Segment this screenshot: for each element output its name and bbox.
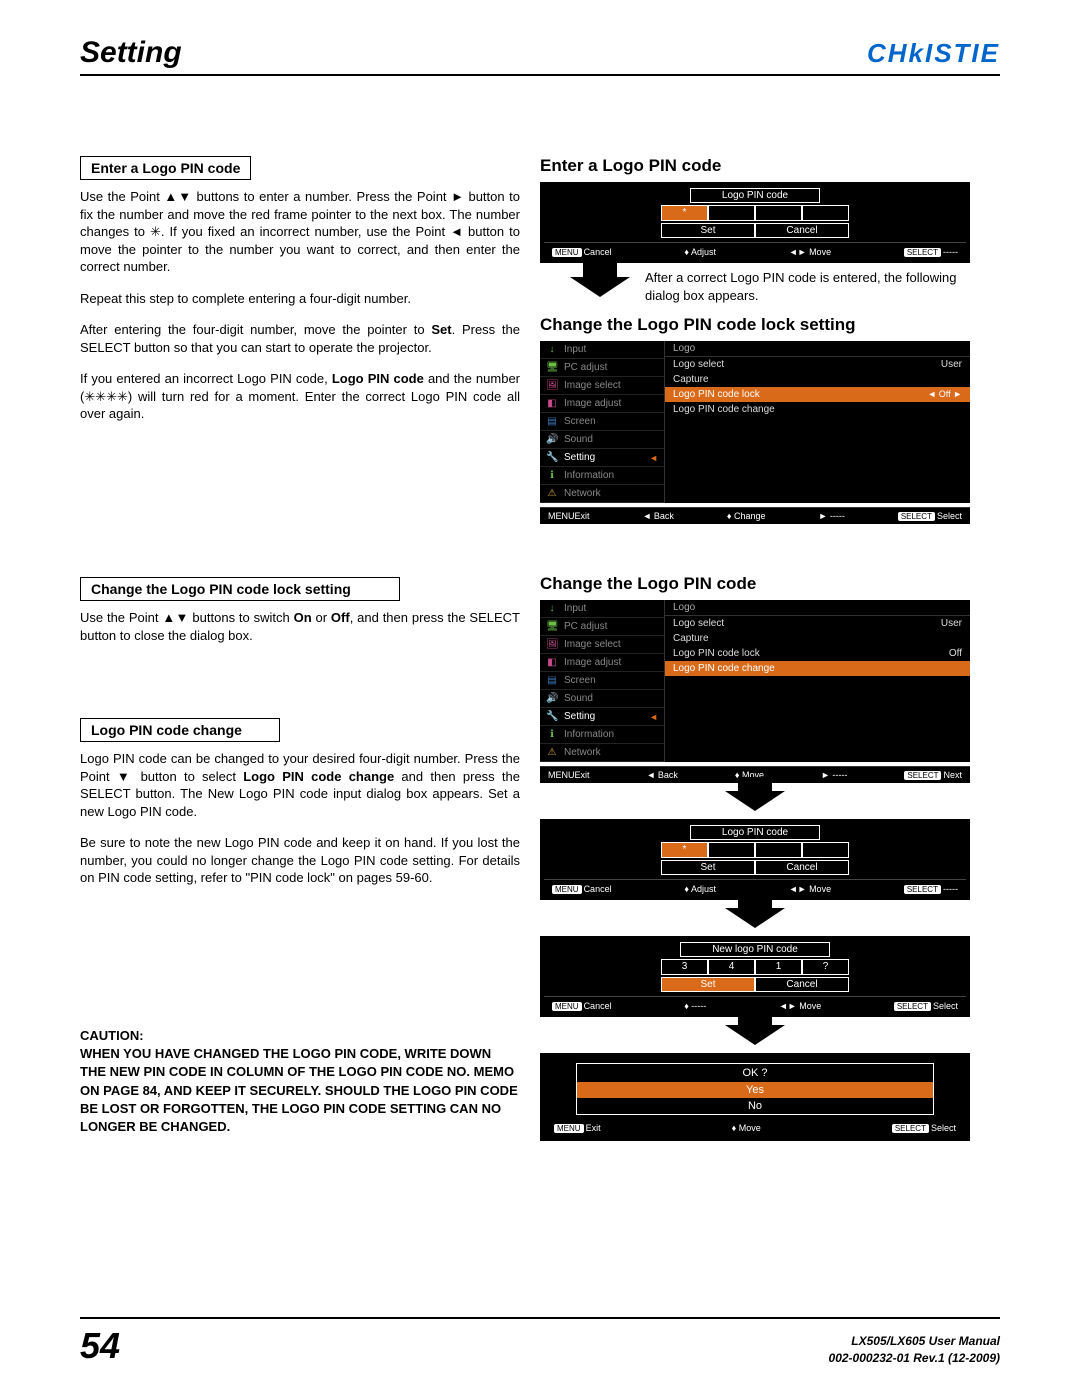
menu-item-input: ↓Input bbox=[540, 600, 664, 618]
osd3-set-button-selected: Set bbox=[661, 977, 755, 992]
osd1-cancel-button: Cancel bbox=[755, 223, 849, 238]
pin-digit-3 bbox=[755, 205, 802, 221]
page-title: Setting bbox=[80, 36, 182, 70]
menu-icon: ⚠ bbox=[546, 488, 558, 500]
left-column: Enter a Logo PIN code Use the Point ▲▼ b… bbox=[80, 156, 520, 1141]
osd-pin-reenter: Logo PIN code * Set Cancel MENUCancel ♦ … bbox=[540, 819, 970, 900]
menu-item-screen: ▤Screen bbox=[540, 413, 664, 431]
caution-label: CAUTION: bbox=[80, 1027, 520, 1045]
triangle-left-icon: ◄ bbox=[649, 453, 658, 463]
menu-icon: 🔊 bbox=[546, 693, 558, 705]
osd-confirm: OK ? Yes No MENUExit ♦ Move SELECTSelect bbox=[540, 1053, 970, 1141]
menu-item-pin-lock-selected: Logo PIN code lock◄ Off ► bbox=[665, 387, 970, 402]
right-h2: Change the Logo PIN code lock setting bbox=[540, 315, 970, 335]
menu-item-image-select: 🖼Image select bbox=[540, 377, 664, 395]
right-h3: Change the Logo PIN code bbox=[540, 574, 970, 594]
sec3-para-2: Be sure to note the new Logo PIN code an… bbox=[80, 834, 520, 887]
sec1-para-1: Use the Point ▲▼ buttons to enter a numb… bbox=[80, 188, 520, 276]
menu-right-header: Logo bbox=[665, 341, 970, 357]
menu-item-image-adjust: ◧Image adjust bbox=[540, 654, 664, 672]
sec2-para-1: Use the Point ▲▼ buttons to switch On or… bbox=[80, 609, 520, 644]
arrow-down-icon bbox=[725, 1025, 785, 1045]
menu-icon: 🖥 bbox=[546, 362, 558, 374]
select-badge: SELECT bbox=[904, 248, 941, 257]
menu-icon: ◧ bbox=[546, 657, 558, 669]
osd1-set-button: Set bbox=[661, 223, 755, 238]
menu-item-input: ↓Input bbox=[540, 341, 664, 359]
menu-icon: ◧ bbox=[546, 398, 558, 410]
section-pin-change-header: Logo PIN code change bbox=[80, 718, 280, 742]
page-content: Enter a Logo PIN code Use the Point ▲▼ b… bbox=[80, 156, 1000, 1141]
menu-item-setting: 🔧Setting◄ bbox=[540, 449, 664, 467]
section-change-lock-header: Change the Logo PIN code lock setting bbox=[80, 577, 400, 601]
menu-item-pin-change-selected: Logo PIN code change bbox=[665, 661, 970, 676]
menu1-footer: MENUExit ◄ Back ♦ Change ► ----- SELECTS… bbox=[540, 507, 970, 524]
menu-icon: ↓ bbox=[546, 603, 558, 615]
triangle-left-icon: ◄ bbox=[649, 712, 658, 722]
osd-enter-pin: Logo PIN code * Set Cancel MENUCancel ♦ … bbox=[540, 182, 970, 263]
page-footer: 54 LX505/LX605 User Manual 002-000232-01… bbox=[80, 1317, 1000, 1367]
footer-docid: 002-000232-01 Rev.1 (12-2009) bbox=[829, 1350, 1000, 1367]
menu-item-information: ℹInformation bbox=[540, 467, 664, 485]
pin-digit-2 bbox=[708, 205, 755, 221]
menu-item-image-select: 🖼Image select bbox=[540, 636, 664, 654]
menu-item-pc-adjust: 🖥PC adjust bbox=[540, 359, 664, 377]
menu-screenshot-change: ↓Input🖥PC adjust🖼Image select◧Image adju… bbox=[540, 600, 970, 762]
section-enter-pin-header: Enter a Logo PIN code bbox=[80, 156, 251, 180]
brand-logo: CHkISTIE bbox=[867, 38, 1000, 69]
menu-icon: 🖥 bbox=[546, 621, 558, 633]
caution-block: CAUTION: WHEN YOU HAVE CHANGED THE LOGO … bbox=[80, 1027, 520, 1136]
menu-icon: 🖼 bbox=[546, 380, 558, 392]
ok-title: OK ? bbox=[577, 1064, 933, 1082]
menu-item-information: ℹInformation bbox=[540, 726, 664, 744]
pin-digit-1: * bbox=[661, 205, 708, 221]
menu-icon: 🔧 bbox=[546, 711, 558, 723]
menu-screenshot-lock: ↓Input🖥PC adjust🖼Image select◧Image adju… bbox=[540, 341, 970, 503]
right-h1: Enter a Logo PIN code bbox=[540, 156, 970, 176]
sec1-para-4: If you entered an incorrect Logo PIN cod… bbox=[80, 370, 520, 423]
menu-item-screen: ▤Screen bbox=[540, 672, 664, 690]
page-header: Setting CHkISTIE bbox=[80, 36, 1000, 76]
caution-text: WHEN YOU HAVE CHANGED THE LOGO PIN CODE,… bbox=[80, 1045, 520, 1136]
osd1-title: Logo PIN code bbox=[690, 188, 820, 203]
menu-icon: ↓ bbox=[546, 344, 558, 356]
arrow-down-icon bbox=[725, 791, 785, 811]
menu-icon: 🔊 bbox=[546, 434, 558, 446]
pin-digit-4 bbox=[802, 205, 849, 221]
right-column: Enter a Logo PIN code Logo PIN code * Se… bbox=[540, 156, 970, 1141]
sec1-para-3: After entering the four-digit number, mo… bbox=[80, 321, 520, 356]
footer-model: LX505/LX605 User Manual bbox=[829, 1333, 1000, 1350]
arrow-caption: After a correct Logo PIN code is entered… bbox=[645, 269, 970, 304]
menu-badge: MENU bbox=[552, 248, 582, 257]
menu-icon: ▤ bbox=[546, 675, 558, 687]
menu-item-sound: 🔊Sound bbox=[540, 431, 664, 449]
menu-item-network: ⚠Network bbox=[540, 744, 664, 762]
sec3-para-1: Logo PIN code can be changed to your des… bbox=[80, 750, 520, 820]
arrow-down-icon bbox=[570, 277, 630, 297]
ok-yes-selected: Yes bbox=[577, 1082, 933, 1098]
menu-item-setting: 🔧Setting◄ bbox=[540, 708, 664, 726]
ok-no: No bbox=[577, 1098, 933, 1114]
arrow-down-icon bbox=[725, 908, 785, 928]
menu-item-pc-adjust: 🖥PC adjust bbox=[540, 618, 664, 636]
menu-icon: ▤ bbox=[546, 416, 558, 428]
menu-icon: ⚠ bbox=[546, 747, 558, 759]
sec1-para-2: Repeat this step to complete entering a … bbox=[80, 290, 520, 308]
menu-icon: 🔧 bbox=[546, 452, 558, 464]
menu-item-sound: 🔊Sound bbox=[540, 690, 664, 708]
menu-icon: 🖼 bbox=[546, 639, 558, 651]
menu-icon: ℹ bbox=[546, 729, 558, 741]
menu-item-network: ⚠Network bbox=[540, 485, 664, 503]
menu-item-image-adjust: ◧Image adjust bbox=[540, 395, 664, 413]
osd-new-pin: New logo PIN code 3 4 1 ? Set Cancel MEN… bbox=[540, 936, 970, 1017]
menu-icon: ℹ bbox=[546, 470, 558, 482]
page-number: 54 bbox=[80, 1325, 120, 1367]
